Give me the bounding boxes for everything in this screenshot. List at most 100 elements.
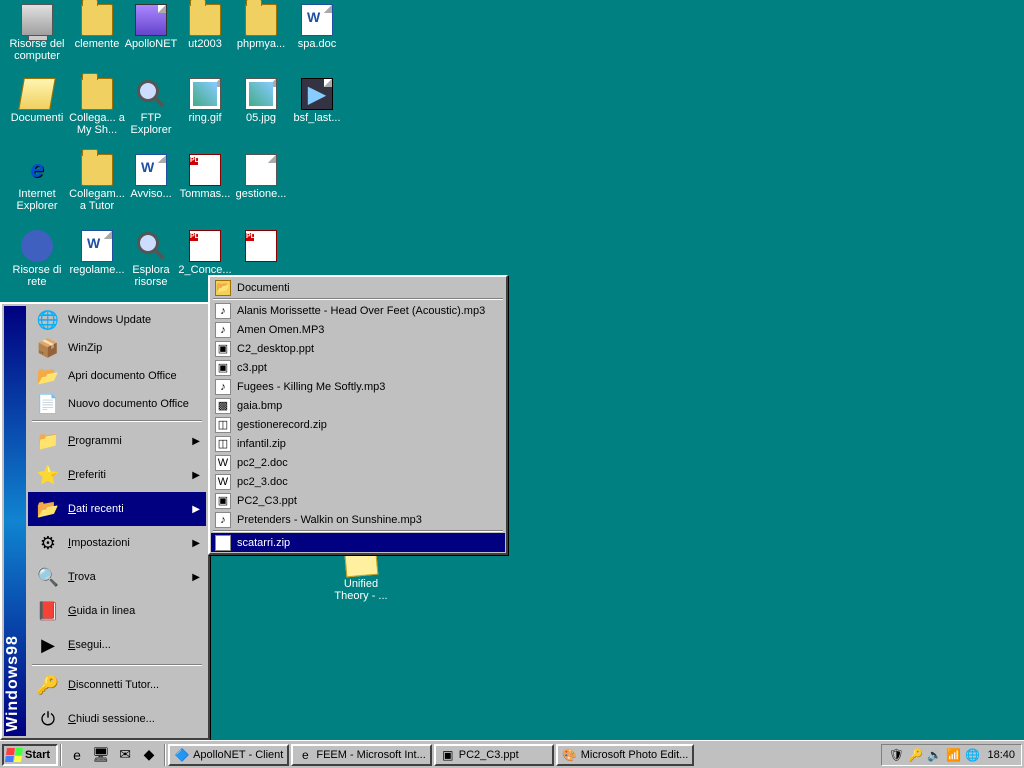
icon-label: clemente [75, 38, 120, 50]
desktop-icon[interactable]: Avviso... [122, 154, 180, 200]
submenu-item[interactable]: ♪Alanis Morissette - Head Over Feet (Aco… [211, 301, 505, 320]
app-icon [135, 4, 167, 36]
start-menu-item[interactable]: 🔑Disconnetti Tutor... [28, 668, 206, 702]
tray-icon[interactable]: 🌐 [964, 747, 980, 763]
start-menu-item[interactable]: ▶Esegui... [28, 628, 206, 662]
tray-icon[interactable]: 🔊 [926, 747, 942, 763]
submenu-item-label: gaia.bmp [237, 400, 282, 412]
taskbar-task[interactable]: 🔷ApolloNET - Client [168, 744, 289, 766]
task-icon: 🎨 [562, 747, 578, 763]
start-menu-item[interactable]: 📂Apri documento Office [28, 362, 206, 390]
desktop-icon[interactable]: Esplora risorse [122, 230, 180, 288]
desktop-icon[interactable]: 05.jpg [232, 78, 290, 124]
icon-label: ApolloNET [125, 38, 178, 50]
desktop-icon[interactable] [232, 230, 290, 264]
word-icon [135, 154, 167, 186]
start-menu-item[interactable]: ⭐Preferiti▶ [28, 458, 206, 492]
desktop-icon[interactable]: Collega... a My Sh... [68, 78, 126, 136]
submenu-item[interactable]: ♪Fugees - Killing Me Softly.mp3 [211, 377, 505, 396]
taskbar-task[interactable]: ▣PC2_C3.ppt [434, 744, 554, 766]
desktop-icon[interactable]: FTP Explorer [122, 78, 180, 136]
quick-launch-ie[interactable]: e [66, 744, 88, 766]
submenu-item-label: gestionerecord.zip [237, 419, 327, 431]
submenu-item[interactable]: ♪Pretenders - Walkin on Sunshine.mp3 [211, 510, 505, 529]
submenu-arrow-icon: ▶ [192, 572, 200, 583]
desktop-icon[interactable]: 2_Conce... [176, 230, 234, 276]
desktop-icon[interactable]: Documenti [8, 78, 66, 124]
folder-icon [245, 4, 277, 36]
start-menu-item[interactable]: 📁Programmi▶ [28, 424, 206, 458]
icon-label: Internet Explorer [8, 188, 66, 212]
desktop-icon[interactable]: eInternet Explorer [8, 154, 66, 212]
submenu-item[interactable]: ▣C2_desktop.ppt [211, 339, 505, 358]
bmp-icon: ▩ [215, 398, 231, 414]
icon-label: phpmya... [237, 38, 285, 50]
submenu-item[interactable]: ▩ gaia.bmp [211, 396, 505, 415]
tray-icon[interactable]: 📶 [945, 747, 961, 763]
desktop-icon[interactable]: ut2003 [176, 4, 234, 50]
ppt-icon: ▣ [215, 341, 231, 357]
system-tray[interactable]: 🛡🔑🔊📶🌐18:40 [881, 744, 1022, 766]
submenu-item[interactable]: ▣c3.ppt [211, 358, 505, 377]
submenu-item[interactable]: ◫gestionerecord.zip [211, 415, 505, 434]
desktop-icon[interactable]: gestione... [232, 154, 290, 200]
task-icon: e [297, 747, 313, 763]
submenu-item-label: infantil.zip [237, 438, 286, 450]
start-menu-item[interactable]: ⏻ Chiudi sessione... [28, 702, 206, 736]
quick-launch-app[interactable]: ◆ [138, 744, 160, 766]
submenu-item-label: PC2_C3.ppt [237, 495, 297, 507]
desktop-icon[interactable]: spa.doc [288, 4, 346, 50]
tray-icon[interactable]: 🛡 [888, 747, 904, 763]
desktop-icon[interactable]: Risorse del computer [8, 4, 66, 62]
tray-icon[interactable]: 🔑 [907, 747, 923, 763]
submenu-item[interactable]: ◫infantil.zip [211, 434, 505, 453]
desktop-icon[interactable]: regolame... [68, 230, 126, 276]
quick-launch-desktop[interactable]: 🖥 [90, 744, 112, 766]
start-menu-item[interactable]: ⚙Impostazioni▶ [28, 526, 206, 560]
menu-separator [32, 664, 202, 666]
quick-launch-outlook[interactable]: ✉ [114, 744, 136, 766]
desktop-icon[interactable]: clemente [68, 4, 126, 50]
start-menu-item[interactable]: 🌐Windows Update [28, 306, 206, 334]
desktop-icon[interactable]: phpmya... [232, 4, 290, 50]
start-menu-band: Windows98 [4, 306, 26, 736]
submenu-item[interactable]: ♪Amen Omen.MP3 [211, 320, 505, 339]
start-menu-item[interactable]: 📂Dati recenti▶ [28, 492, 206, 526]
icon-label: regolame... [69, 264, 124, 276]
start-menu-item[interactable]: 📦WinZip [28, 334, 206, 362]
menu-item-icon: ⏻ [34, 705, 62, 733]
desktop-icon[interactable]: Tommas... [176, 154, 234, 200]
menu-item-icon: 📄 [34, 390, 62, 418]
start-menu-item[interactable]: 📄Nuovo documento Office [28, 390, 206, 418]
start-menu-item[interactable]: 🔍Trova▶ [28, 560, 206, 594]
submenu-item[interactable]: ◫scatarri.zip [211, 533, 505, 552]
submenu-item-label: c3.ppt [237, 362, 267, 374]
menu-item-label: Programmi [68, 435, 192, 447]
desktop-icon[interactable]: bsf_last... [288, 78, 346, 124]
menu-item-icon: 🌐 [34, 306, 62, 334]
submenu-item[interactable]: Wpc2_3.doc [211, 472, 505, 491]
taskbar-tasks: 🔷ApolloNET - ClienteFEEM - Microsoft Int… [168, 744, 694, 766]
folder-icon [81, 78, 113, 110]
taskbar-task[interactable]: 🎨Microsoft Photo Edit... [556, 744, 695, 766]
taskbar-task[interactable]: eFEEM - Microsoft Int... [291, 744, 431, 766]
snd-icon: ♪ [215, 303, 231, 319]
ie-icon: e [21, 154, 53, 186]
desktop-icon[interactable]: Collegam... a Tutor [68, 154, 126, 212]
submenu-item[interactable]: Wpc2_2.doc [211, 453, 505, 472]
submenu-item[interactable]: ▣PC2_C3.ppt [211, 491, 505, 510]
menu-item-icon: 📁 [34, 427, 62, 455]
submenu-item[interactable]: 📂Documenti [211, 278, 505, 297]
menu-item-label: Chiudi sessione... [68, 713, 200, 725]
start-button[interactable]: Start [2, 744, 58, 766]
desktop-icon[interactable]: ApolloNET [122, 4, 180, 50]
snd-icon: ♪ [215, 512, 231, 528]
desktop-icon[interactable]: Risorse di rete [8, 230, 66, 288]
start-menu-item[interactable]: 📕Guida in linea [28, 594, 206, 628]
icon-label: Risorse del computer [8, 38, 66, 62]
submenu-arrow-icon: ▶ [192, 504, 200, 515]
os-brand-text: Windows98 [4, 635, 22, 732]
icon-label: Collegam... a Tutor [68, 188, 126, 212]
desktop-icon[interactable]: ring.gif [176, 78, 234, 124]
icon-label: Risorse di rete [8, 264, 66, 288]
